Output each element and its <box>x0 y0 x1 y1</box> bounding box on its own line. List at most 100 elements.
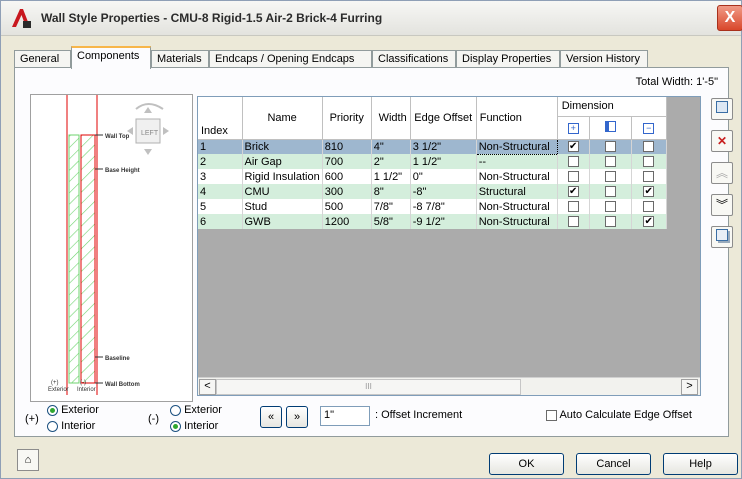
row-name[interactable]: Stud <box>242 199 323 214</box>
tab-display-properties[interactable]: Display Properties <box>456 50 560 68</box>
move-down-button[interactable]: ︾ <box>711 194 733 216</box>
row-edge-offset[interactable]: -9 1/2" <box>410 214 477 229</box>
table-row[interactable]: 4 CMU 300 8" -8" Structural ✔ ✔ <box>198 184 667 199</box>
row-priority[interactable]: 300 <box>322 184 372 199</box>
dim-interior-checkbox[interactable] <box>643 141 655 153</box>
table-row[interactable]: 2 Air Gap 700 2" 1 1/2" -- <box>198 154 667 169</box>
dim-center-checkbox[interactable] <box>604 186 616 198</box>
move-up-button[interactable]: ︽ <box>711 162 733 184</box>
table-row[interactable]: 5 Stud 500 7/8" -8 7/8" Non-Structural <box>198 199 667 214</box>
offset-decrease-button[interactable]: « <box>260 406 282 428</box>
row-edge-offset[interactable]: 0" <box>410 169 477 184</box>
row-function[interactable]: Non-Structural <box>476 169 558 184</box>
components-grid[interactable]: Index Name Priority Width Edge Offset Fu… <box>197 96 701 396</box>
dim-exterior-checkbox[interactable] <box>567 201 579 213</box>
dim-interior-checkbox[interactable]: ✔ <box>643 216 655 228</box>
row-priority[interactable]: 700 <box>322 154 372 169</box>
row-name[interactable]: Rigid Insulation <box>242 169 323 184</box>
row-width[interactable]: 1 1/2" <box>371 169 411 184</box>
close-button[interactable]: X <box>717 5 742 31</box>
dim-center-checkbox[interactable] <box>604 156 616 168</box>
offset-increase-button[interactable]: » <box>286 406 308 428</box>
tab-version-history[interactable]: Version History <box>560 50 648 68</box>
row-width[interactable]: 7/8" <box>371 199 411 214</box>
row-function[interactable]: -- <box>476 154 558 169</box>
dim-center-icon[interactable] <box>589 116 632 140</box>
row-function[interactable]: Non-Structural <box>476 199 558 214</box>
row-width[interactable]: 2" <box>371 154 411 169</box>
dim-exterior-checkbox[interactable] <box>567 171 579 183</box>
table-row[interactable]: 1 Brick 810 4" 3 1/2" Non-Structural ✔ <box>198 138 667 155</box>
col-header-width[interactable]: Width <box>371 97 411 140</box>
minus-exterior-radio[interactable] <box>170 404 181 416</box>
row-name[interactable]: Air Gap <box>242 154 323 169</box>
ok-button[interactable]: OK <box>489 453 564 475</box>
dim-exterior-checkbox[interactable]: ✔ <box>567 186 579 198</box>
minus-interior-radio[interactable] <box>170 420 181 432</box>
dim-exterior-checkbox[interactable] <box>567 156 579 168</box>
row-function[interactable]: Structural <box>476 184 558 199</box>
dim-center-checkbox[interactable] <box>604 171 616 183</box>
row-function[interactable]: Non-Structural <box>475 138 558 155</box>
row-width[interactable]: 4" <box>371 139 411 154</box>
auto-calc-checkbox[interactable] <box>546 409 557 421</box>
row-width[interactable]: 5/8" <box>371 214 411 229</box>
plus-interior-radio[interactable] <box>47 420 58 432</box>
plus-interior-option[interactable]: Interior <box>47 420 95 432</box>
tab-general[interactable]: General <box>14 50 71 68</box>
tab-materials[interactable]: Materials <box>151 50 209 68</box>
row-edge-offset[interactable]: 3 1/2" <box>410 139 477 154</box>
scroll-left-button[interactable]: < <box>199 379 216 395</box>
dim-center-checkbox[interactable] <box>604 216 616 228</box>
auto-calc-option[interactable]: Auto Calculate Edge Offset <box>546 409 692 421</box>
delete-component-button[interactable]: ✕ <box>711 130 733 152</box>
plus-exterior-radio[interactable] <box>47 404 58 416</box>
help-tool-button[interactable]: ⌂ <box>17 449 39 471</box>
tab-endcaps[interactable]: Endcaps / Opening Endcaps <box>209 50 372 68</box>
dim-interior-checkbox[interactable] <box>643 156 655 168</box>
dim-interior-icon[interactable]: − <box>631 116 667 140</box>
plus-exterior-option[interactable]: Exterior <box>47 404 99 416</box>
scroll-right-button[interactable]: > <box>681 379 698 395</box>
dim-interior-checkbox[interactable]: ✔ <box>643 186 655 198</box>
row-priority[interactable]: 500 <box>322 199 372 214</box>
add-component-button[interactable] <box>711 98 733 120</box>
row-name[interactable]: Brick <box>242 139 323 154</box>
offset-increment-input[interactable]: 1" <box>320 406 370 426</box>
col-header-name[interactable]: Name <box>242 97 323 140</box>
dim-exterior-checkbox[interactable] <box>567 216 579 228</box>
col-header-index[interactable]: Index <box>198 97 243 140</box>
row-priority[interactable]: 1200 <box>322 214 372 229</box>
row-priority[interactable]: 810 <box>322 139 372 154</box>
row-edge-offset[interactable]: -8 7/8" <box>410 199 477 214</box>
row-name[interactable]: GWB <box>242 214 323 229</box>
col-header-priority[interactable]: Priority <box>322 97 372 140</box>
row-function[interactable]: Non-Structural <box>476 214 558 229</box>
help-button[interactable]: Help <box>663 453 738 475</box>
col-header-edge-offset[interactable]: Edge Offset <box>410 97 477 140</box>
title-bar[interactable]: Wall Style Properties - CMU-8 Rigid-1.5 … <box>1 1 742 36</box>
table-row[interactable]: 3 Rigid Insulation 600 1 1/2" 0" Non-Str… <box>198 169 667 184</box>
dim-center-checkbox[interactable] <box>604 141 616 153</box>
row-name[interactable]: CMU <box>242 184 323 199</box>
tab-components[interactable]: Components <box>71 46 151 69</box>
tab-classifications[interactable]: Classifications <box>372 50 456 68</box>
dim-interior-checkbox[interactable] <box>643 201 655 213</box>
horizontal-scrollbar[interactable]: < III > <box>198 377 700 395</box>
col-header-function[interactable]: Function <box>476 97 558 140</box>
row-priority[interactable]: 600 <box>322 169 372 184</box>
dim-exterior-icon[interactable]: + <box>557 116 590 140</box>
minus-exterior-option[interactable]: Exterior <box>170 404 222 416</box>
dim-center-checkbox[interactable] <box>604 201 616 213</box>
dim-exterior-checkbox[interactable]: ✔ <box>567 141 579 153</box>
cancel-button[interactable]: Cancel <box>576 453 651 475</box>
row-width[interactable]: 8" <box>371 184 411 199</box>
col-header-dimension[interactable]: Dimension <box>557 97 667 117</box>
minus-interior-option[interactable]: Interior <box>170 420 218 432</box>
scroll-thumb[interactable]: III <box>216 379 521 395</box>
copy-component-button[interactable] <box>711 226 733 248</box>
table-row[interactable]: 6 GWB 1200 5/8" -9 1/2" Non-Structural ✔ <box>198 214 667 229</box>
dim-interior-checkbox[interactable] <box>643 171 655 183</box>
row-edge-offset[interactable]: -8" <box>410 184 477 199</box>
row-edge-offset[interactable]: 1 1/2" <box>410 154 477 169</box>
